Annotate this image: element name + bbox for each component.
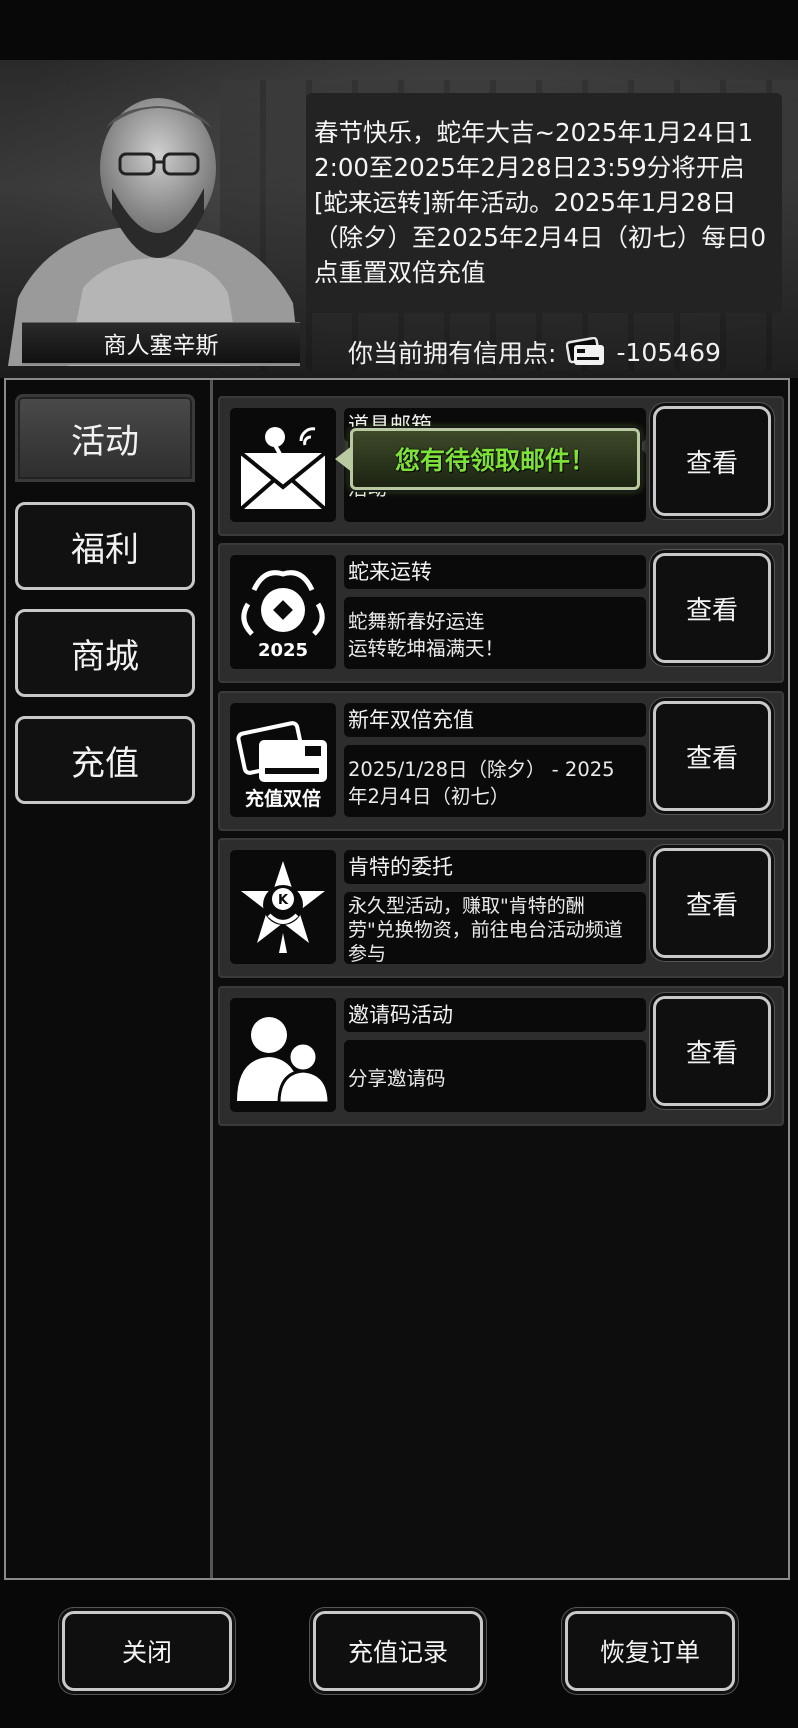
- credit-card-icon: [566, 337, 605, 365]
- view-button[interactable]: 查看: [653, 406, 771, 516]
- merchant-name: 商人塞辛斯: [103, 333, 219, 359]
- category-sidebar: 活动 福利 商城 充值: [6, 380, 213, 1578]
- activity-card-mailbox: 道具邮箱 活动 您有待领取邮件！ 查看: [218, 396, 784, 536]
- desc-line: 运转乾坤福满天！: [348, 637, 505, 660]
- desc-line: 永久型活动，赚取"肯特的酬: [348, 895, 585, 917]
- view-button-label: 查看: [685, 1038, 738, 1069]
- desc-line: 2025/1/28日（除夕） - 2025: [348, 758, 615, 781]
- double-recharge-icon: 充值双倍: [230, 703, 336, 817]
- snake-icon-year: 2025: [258, 640, 308, 661]
- invite-users-icon: [230, 998, 336, 1112]
- activity-card-invite-code: 邀请码活动 分享邀请码 查看: [218, 986, 784, 1126]
- view-button-label: 查看: [685, 890, 738, 921]
- tooltip-text: 您有待领取邮件！: [394, 446, 595, 475]
- snake-2025-icon: 2025: [230, 555, 336, 669]
- view-button[interactable]: 查看: [653, 553, 771, 663]
- recharge-history-button[interactable]: 充值记录: [313, 1611, 483, 1691]
- card-title: 肯特的委托: [344, 850, 646, 884]
- kent-icon-letter: K: [278, 893, 289, 908]
- merchant-name-plate: 商人塞辛斯: [22, 322, 300, 365]
- pending-mail-tooltip: 您有待领取邮件！: [335, 428, 640, 490]
- tab-label: 充值: [71, 743, 139, 784]
- announcement-bubble: 春节快乐，蛇年大吉~2025年1月24日12:00至2025年2月28日23:5…: [306, 93, 782, 313]
- credit-value: -105469: [616, 337, 721, 367]
- view-button-label: 查看: [685, 743, 738, 774]
- tab-label: 商城: [71, 636, 139, 677]
- desc-line: 年2月4日（初七）: [348, 785, 510, 808]
- announcement-text: 春节快乐，蛇年大吉~2025年1月24日12:00至2025年2月28日23:5…: [314, 118, 767, 287]
- desc-line: 劳"兑换物资，前往电台活动频道: [348, 919, 623, 941]
- view-button[interactable]: 查看: [653, 996, 771, 1106]
- desc-line: 参与: [348, 943, 387, 964]
- card-description: 分享邀请码: [344, 1040, 646, 1112]
- restore-order-label: 恢复订单: [599, 1638, 700, 1667]
- restore-order-button[interactable]: 恢复订单: [565, 1611, 735, 1691]
- mail-icon: [230, 408, 336, 522]
- view-button[interactable]: 查看: [653, 701, 771, 811]
- card-title: 邀请码活动: [344, 998, 646, 1032]
- tab-label: 活动: [71, 421, 139, 462]
- activity-card-double-recharge: 充值双倍 新年双倍充值 2025/1/28日（除夕） - 2025 年2月4日（…: [218, 691, 784, 831]
- card-description: 永久型活动，赚取"肯特的酬 劳"兑换物资，前往电台活动频道 参与: [344, 892, 646, 964]
- desc-line: 分享邀请码: [348, 1066, 446, 1090]
- close-button-label: 关闭: [121, 1638, 172, 1667]
- card-description: 蛇舞新春好运连 运转乾坤福满天！: [344, 597, 646, 669]
- view-button[interactable]: 查看: [653, 848, 771, 958]
- tab-recharge[interactable]: 充值: [15, 716, 195, 804]
- tab-activity[interactable]: 活动: [15, 394, 195, 482]
- card-title: 蛇来运转: [344, 555, 646, 589]
- desc-line: 蛇舞新春好运连: [348, 610, 485, 633]
- activity-card-kent-commission: K 肯特的委托 永久型活动，赚取"肯特的酬 劳"兑换物资，前往电台活动频道 参与…: [218, 838, 784, 978]
- view-button-label: 查看: [685, 448, 738, 479]
- tab-welfare[interactable]: 福利: [15, 502, 195, 590]
- activity-card-snake-fortune: 2025 蛇来运转 蛇舞新春好运连 运转乾坤福满天！ 查看: [218, 543, 784, 683]
- kent-emblem-icon: K: [230, 850, 336, 964]
- close-button[interactable]: 关闭: [62, 1611, 232, 1691]
- recharge-history-label: 充值记录: [347, 1638, 448, 1667]
- recharge-icon-text: 充值双倍: [245, 787, 321, 810]
- card-title: 新年双倍充值: [344, 703, 646, 737]
- shop-panel: 活动 福利 商城 充值 道具邮箱 您有待领取邮件！ 查看 2025 蛇来运转 蛇…: [4, 378, 790, 1580]
- credit-balance: 你当前拥有信用点: -105469: [348, 334, 721, 370]
- view-button-label: 查看: [685, 595, 738, 626]
- card-description: 2025/1/28日（除夕） - 2025 年2月4日（初七）: [344, 745, 646, 817]
- credit-label: 你当前拥有信用点:: [348, 339, 557, 368]
- tab-store[interactable]: 商城: [15, 609, 195, 697]
- tab-label: 福利: [71, 529, 139, 570]
